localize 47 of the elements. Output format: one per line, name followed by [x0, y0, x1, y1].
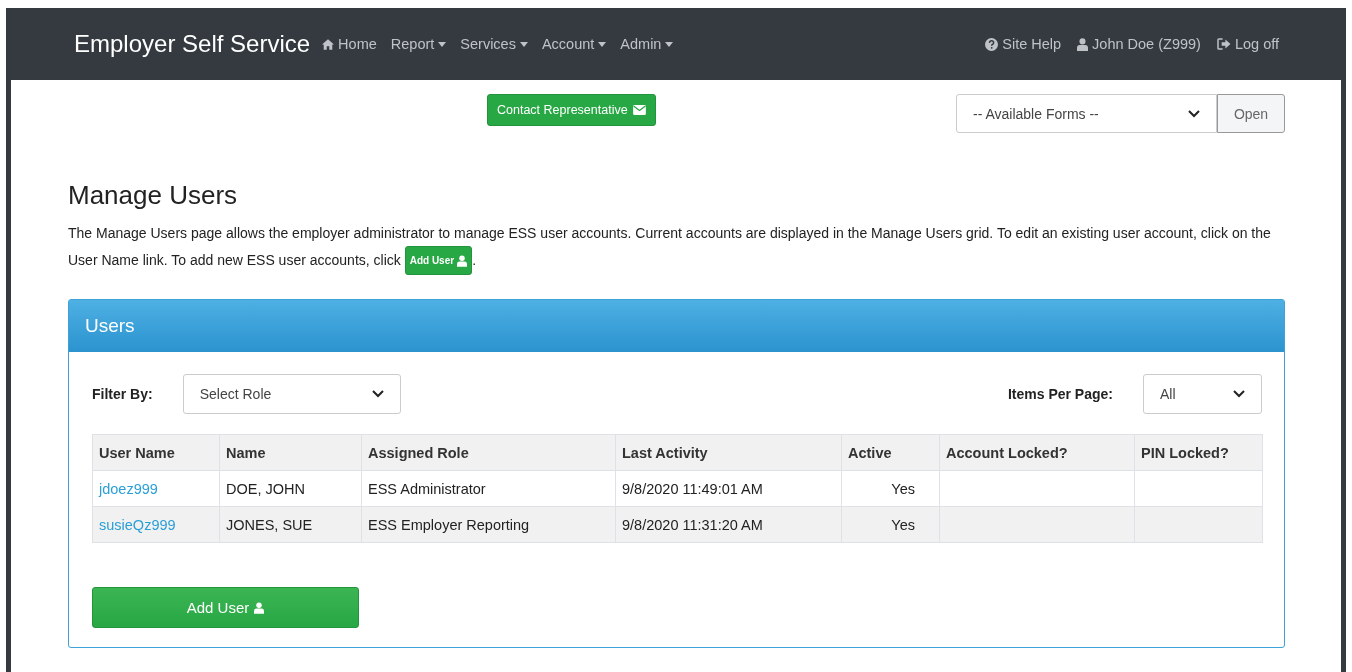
panel-title: Users — [85, 315, 135, 337]
column-header: User Name — [92, 434, 220, 471]
column-header: Name — [219, 434, 362, 471]
nav-dropdown[interactable]: Admin — [620, 36, 674, 52]
nav-link[interactable]: Home — [322, 36, 377, 52]
table-cell: 9/8/2020 11:49:01 AM — [615, 470, 842, 507]
filter-label: Filter By: — [92, 386, 153, 402]
table-cell: JONES, SUE — [219, 506, 362, 543]
caret-icon — [519, 41, 528, 47]
sign-out-icon — [1216, 38, 1231, 50]
table-cell: 9/8/2020 11:31:20 AM — [615, 506, 842, 543]
items-per-page-dropdown[interactable]: All — [1143, 374, 1262, 414]
chevron-down-icon — [1188, 109, 1200, 118]
user-icon — [1077, 37, 1089, 51]
user-icon — [254, 601, 265, 614]
table-cell: DOE, JOHN — [219, 470, 362, 507]
caret-icon — [598, 41, 607, 47]
page-heading: Manage Users — [68, 180, 239, 211]
caret-icon — [665, 41, 674, 47]
nav-dropdown[interactable]: Report — [390, 36, 447, 52]
column-header: Assigned Role — [361, 434, 616, 471]
column-header: PIN Locked? — [1134, 434, 1263, 471]
home-icon — [322, 38, 335, 50]
role-dropdown[interactable]: Select Role — [182, 374, 401, 414]
brand-title[interactable]: Employer Self Service — [74, 30, 311, 58]
table-cell: Yes — [841, 506, 940, 543]
help-icon — [985, 37, 999, 51]
column-header: Active — [841, 434, 940, 471]
nav-link[interactable]: John Doe (Z999) — [1077, 36, 1201, 52]
items-per-page-label: Items Per Page: — [1007, 386, 1113, 402]
user-icon — [457, 254, 468, 267]
table-cell: ESS Employer Reporting — [361, 506, 616, 543]
nav-dropdown[interactable]: Account — [541, 36, 607, 52]
forms-dropdown[interactable]: -- Available Forms -- — [956, 94, 1217, 133]
nav-link[interactable]: Log off — [1216, 36, 1279, 52]
nav-dropdown[interactable]: Services — [460, 36, 528, 52]
description-text: The Manage Users page allows the employer administrator to manage ESS user accounts. Current accounts are displayed in the Manage Users grid. To edit an existing user account, click on the User Name link. To add new ESS user accounts, click Add User . — [68, 221, 1285, 275]
column-header: Last Activity — [615, 434, 842, 471]
table-cell: ESS Administrator — [361, 470, 616, 507]
nav-link[interactable]: Site Help — [985, 36, 1062, 52]
column-header: Account Locked? — [939, 434, 1135, 471]
envelope-icon — [632, 105, 646, 115]
chevron-down-icon — [371, 390, 384, 398]
open-button[interactable]: Open — [1217, 94, 1285, 133]
caret-icon — [438, 41, 447, 47]
table-cell: Yes — [841, 470, 940, 507]
chevron-down-icon — [1233, 390, 1245, 398]
